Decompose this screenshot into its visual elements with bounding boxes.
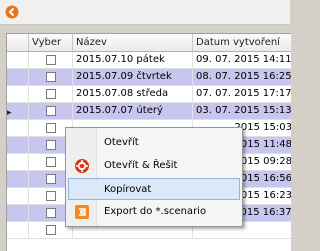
vyber-cell (29, 86, 73, 102)
vyber-cell (29, 52, 73, 68)
name-cell[interactable]: 2015.07.08 středa (73, 86, 193, 102)
select-checkbox[interactable] (46, 106, 56, 116)
menu-item-label: Otevřít & Řešit (104, 160, 178, 171)
row-indicator-cell[interactable] (7, 188, 29, 204)
row-indicator-cell[interactable] (7, 120, 29, 136)
toolbar-button[interactable] (4, 4, 20, 20)
name-cell[interactable]: 2015.07.09 čtvrtek (73, 69, 193, 85)
header-vyber[interactable]: Vyber (29, 34, 73, 51)
row-indicator-cell[interactable]: ▸ (7, 103, 29, 119)
select-checkbox[interactable] (46, 72, 56, 82)
menu-item-export-scenario[interactable]: Export do *.scenario (68, 201, 240, 223)
menu-item-otevrit-resit[interactable]: Otevřít & Řešit (68, 155, 240, 177)
row-indicator-cell[interactable] (7, 69, 29, 85)
row-indicator-cell[interactable] (7, 52, 29, 68)
row-indicator-cell[interactable] (7, 222, 29, 238)
select-checkbox[interactable] (46, 55, 56, 65)
table-row[interactable]: 2015.07.09 čtvrtek 08. 07. 2015 16:25 (7, 69, 291, 86)
date-cell[interactable]: 08. 07. 2015 16:25 (193, 69, 291, 85)
grid-header: Vyber Název Datum vytvoření (7, 34, 291, 52)
name-cell[interactable]: 2015.07.10 pátek (73, 52, 193, 68)
select-checkbox[interactable] (46, 89, 56, 99)
context-menu: Otevřít Otevřít & Řešit Kopírovat Export… (65, 127, 243, 227)
table-row[interactable]: 2015.07.10 pátek 09. 07. 2015 14:11 (7, 52, 291, 69)
header-nazev[interactable]: Název (73, 34, 193, 51)
select-checkbox[interactable] (46, 225, 56, 235)
export-icon (75, 205, 89, 219)
menu-item-kopirovat[interactable]: Kopírovat (68, 178, 240, 200)
menu-item-label: Kopírovat (104, 184, 152, 195)
name-cell[interactable]: 2015.07.07 úterý (73, 103, 193, 119)
table-row[interactable]: ▸ 2015.07.07 úterý 03. 07. 2015 15:13 (7, 103, 291, 120)
row-indicator-cell[interactable] (7, 137, 29, 153)
select-checkbox[interactable] (46, 140, 56, 150)
gear-icon (75, 159, 89, 173)
row-indicator-cell[interactable] (7, 154, 29, 170)
menu-item-label: Export do *.scenario (104, 206, 207, 217)
row-indicator-cell[interactable] (7, 205, 29, 221)
row-indicator-cell[interactable] (7, 171, 29, 187)
date-cell[interactable]: 03. 07. 2015 15:13 (193, 103, 291, 119)
vyber-cell (29, 69, 73, 85)
current-row-arrow-icon: ▸ (7, 108, 12, 118)
select-checkbox[interactable] (46, 123, 56, 133)
toolbar (0, 0, 290, 25)
header-datum-vytvoreni[interactable]: Datum vytvoření (193, 34, 291, 51)
row-indicator-cell[interactable] (7, 86, 29, 102)
select-checkbox[interactable] (46, 174, 56, 184)
date-cell[interactable]: 09. 07. 2015 14:11 (193, 52, 291, 68)
menu-item-otevrit[interactable]: Otevřít (68, 132, 240, 154)
date-cell[interactable]: 07. 07. 2015 17:17 (193, 86, 291, 102)
menu-item-label: Otevřít (104, 137, 139, 148)
table-row[interactable]: 2015.07.08 středa 07. 07. 2015 17:17 (7, 86, 291, 103)
vyber-cell (29, 103, 73, 119)
select-checkbox[interactable] (46, 208, 56, 218)
select-checkbox[interactable] (46, 157, 56, 167)
back-circle-icon (5, 5, 19, 19)
header-indicator-column (7, 34, 29, 51)
select-checkbox[interactable] (46, 191, 56, 201)
